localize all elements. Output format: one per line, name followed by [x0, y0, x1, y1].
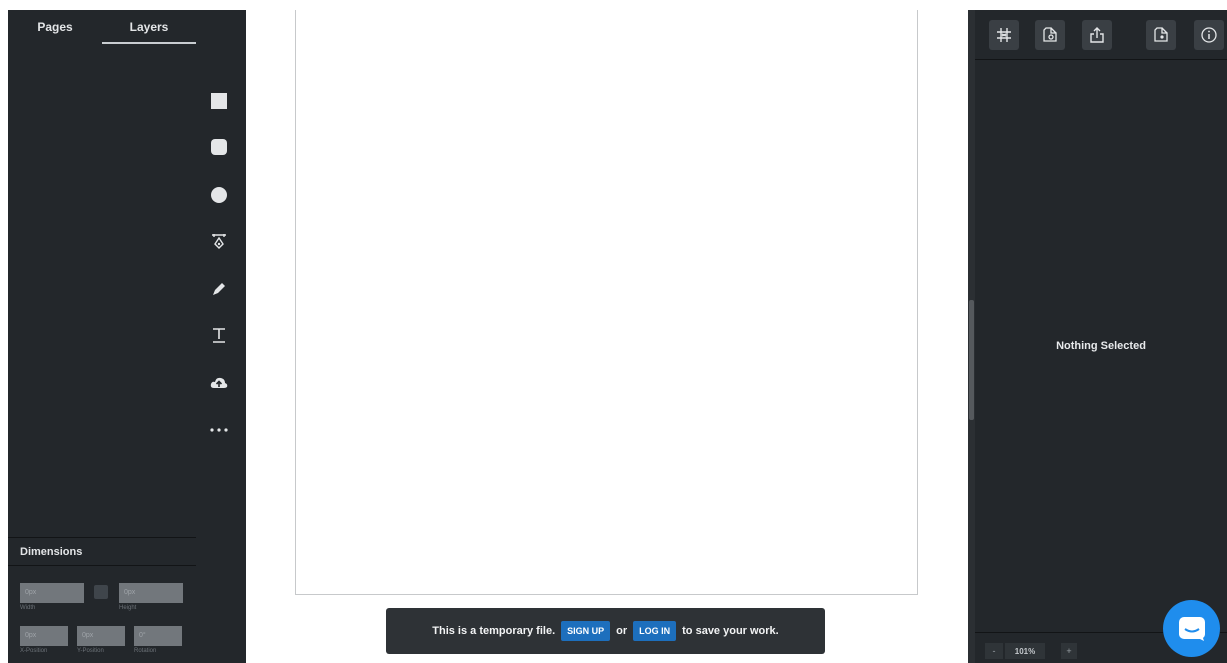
rounded-rectangle-icon[interactable] — [207, 135, 231, 159]
share-icon[interactable] — [1082, 20, 1112, 50]
banner-save-text: to save your work. — [682, 625, 779, 637]
width-label: Width — [20, 604, 36, 611]
dimensions-header: Dimensions — [8, 538, 196, 566]
banner-or-text: or — [616, 625, 628, 637]
export-image-icon[interactable] — [1035, 20, 1065, 50]
log-in-button[interactable]: LOG IN — [633, 621, 677, 641]
zoom-level: 101% — [1005, 643, 1045, 659]
width-input[interactable] — [20, 582, 84, 603]
x-position-input[interactable] — [20, 625, 68, 646]
artboard[interactable] — [295, 10, 918, 595]
y-position-label: Y-Position — [77, 647, 104, 654]
grid-icon[interactable] — [989, 20, 1019, 50]
right-panel: Nothing Selected - 101% + — [975, 10, 1227, 663]
chat-launcher-icon[interactable] — [1163, 600, 1220, 657]
pencil-icon[interactable] — [207, 277, 231, 301]
canvas-area[interactable]: This is a temporary file. SIGN UP or LOG… — [246, 10, 968, 663]
width-field: Width — [20, 581, 84, 611]
zoom-in-button[interactable]: + — [1061, 643, 1077, 659]
right-panel-toolbar — [975, 10, 1227, 60]
height-input[interactable] — [119, 582, 183, 603]
panel-resize-handle[interactable] — [968, 10, 975, 663]
left-panel: Pages Layers Dimensions Width Height X-P… — [8, 10, 196, 663]
rectangle-icon[interactable] — [207, 89, 231, 113]
rotation-field: Rotation — [134, 624, 182, 654]
drawing-toolbar — [196, 10, 246, 663]
nothing-selected-text: Nothing Selected — [1056, 340, 1146, 352]
zoom-out-button[interactable]: - — [985, 643, 1003, 659]
lock-ratio-icon[interactable] — [94, 585, 108, 599]
rotation-input[interactable] — [134, 625, 182, 646]
y-position-input[interactable] — [77, 625, 125, 646]
panel-tabs: Pages Layers — [8, 10, 196, 44]
rotation-label: Rotation — [134, 647, 157, 654]
y-position-field: Y-Position — [77, 624, 125, 654]
pen-icon[interactable] — [207, 229, 231, 253]
temporary-file-banner: This is a temporary file. SIGN UP or LOG… — [386, 608, 825, 654]
upload-icon[interactable] — [207, 371, 231, 395]
layers-list — [8, 46, 196, 536]
height-field: Height — [119, 581, 183, 611]
x-position-label: X-Position — [20, 647, 48, 654]
more-icon[interactable] — [207, 418, 231, 442]
tab-pages[interactable]: Pages — [8, 10, 102, 44]
height-label: Height — [119, 604, 137, 611]
sign-up-button[interactable]: SIGN UP — [561, 621, 611, 641]
info-icon[interactable] — [1194, 20, 1224, 50]
text-icon[interactable] — [207, 323, 231, 347]
x-position-field: X-Position — [20, 624, 68, 654]
export-code-icon[interactable] — [1146, 20, 1176, 50]
ellipse-icon[interactable] — [207, 183, 231, 207]
tab-layers[interactable]: Layers — [102, 10, 196, 44]
dimensions-section: Dimensions Width Height X-Position Y-Pos… — [8, 537, 196, 663]
scroll-thumb[interactable] — [969, 300, 974, 420]
banner-text: This is a temporary file. — [432, 625, 556, 637]
